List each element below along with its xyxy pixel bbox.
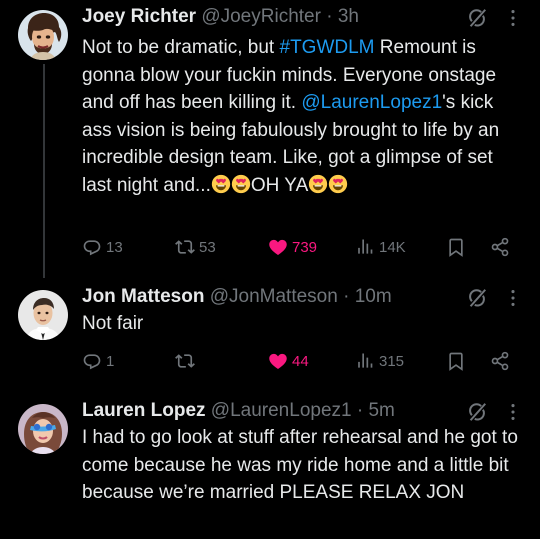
timestamp[interactable]: 10m bbox=[355, 286, 392, 307]
heart-eyes-emoji bbox=[231, 174, 251, 194]
repost-button[interactable] bbox=[175, 348, 195, 374]
separator-dot: · bbox=[343, 286, 350, 307]
repost-count: 53 bbox=[199, 238, 216, 256]
repost-icon bbox=[175, 237, 195, 257]
display-name[interactable]: Jon Matteson bbox=[82, 286, 204, 307]
reply-button[interactable]: 13 bbox=[82, 234, 123, 260]
views-icon bbox=[355, 237, 375, 257]
tweet-actions: 1 44 315 bbox=[82, 348, 524, 374]
grok-icon[interactable] bbox=[466, 287, 488, 309]
hashtag-link[interactable]: #TGWDLM bbox=[280, 37, 375, 58]
reply-button[interactable]: 1 bbox=[82, 348, 114, 374]
more-icon[interactable] bbox=[502, 287, 524, 309]
views-count: 14K bbox=[379, 238, 406, 256]
views-button[interactable]: 14K bbox=[355, 234, 406, 260]
handle[interactable]: @LaurenLopez1 bbox=[211, 400, 352, 421]
tweet-text: I had to go look at stuff after rehearsa… bbox=[82, 427, 518, 503]
share-button[interactable] bbox=[490, 234, 510, 260]
share-icon bbox=[490, 237, 510, 257]
timestamp[interactable]: 3h bbox=[338, 6, 359, 27]
handle[interactable]: @JonMatteson bbox=[210, 286, 338, 307]
bookmark-button[interactable] bbox=[446, 234, 466, 260]
timestamp[interactable]: 5m bbox=[368, 400, 394, 421]
reply-count: 1 bbox=[106, 352, 115, 370]
tweet-header: Lauren Lopez @LaurenLopez1 · 5m bbox=[82, 398, 524, 424]
tweet-thread: Joey Richter @JoeyRichter · 3h Not to be… bbox=[0, 0, 540, 539]
display-name[interactable]: Joey Richter bbox=[82, 6, 196, 27]
bookmark-button[interactable] bbox=[446, 348, 466, 374]
bookmark-icon bbox=[446, 351, 466, 371]
tweet-header: Jon Matteson @JonMatteson · 10m bbox=[82, 284, 524, 310]
more-icon[interactable] bbox=[502, 401, 524, 423]
bookmark-icon bbox=[446, 237, 466, 257]
like-count: 739 bbox=[292, 238, 318, 256]
mention-link[interactable]: @LaurenLopez1 bbox=[301, 92, 442, 113]
like-icon bbox=[268, 351, 288, 371]
display-name[interactable]: Lauren Lopez bbox=[82, 400, 206, 421]
repost-icon bbox=[175, 351, 195, 371]
views-button[interactable]: 315 bbox=[355, 348, 404, 374]
avatar-lauren-lopez[interactable] bbox=[18, 404, 68, 454]
reply-icon bbox=[82, 237, 102, 257]
thread-connector-line bbox=[43, 64, 45, 278]
separator-dot: · bbox=[356, 400, 364, 421]
avatar-joey-richter[interactable] bbox=[18, 10, 68, 60]
like-button[interactable]: 44 bbox=[268, 348, 309, 374]
tweet-text: Not fair bbox=[82, 313, 144, 334]
share-button[interactable] bbox=[490, 348, 510, 374]
views-count: 315 bbox=[379, 352, 405, 370]
reply-count: 13 bbox=[106, 238, 123, 256]
tweet-actions: 13 53 739 14K bbox=[82, 234, 524, 260]
heart-eyes-emoji bbox=[328, 174, 348, 194]
tweet-text: Not to be dramatic, but #TGWDLM Remount … bbox=[82, 37, 500, 196]
reply-icon bbox=[82, 351, 102, 371]
like-count: 44 bbox=[292, 352, 309, 370]
grok-icon[interactable] bbox=[466, 7, 488, 29]
views-icon bbox=[355, 351, 375, 371]
handle[interactable]: @JoeyRichter bbox=[201, 6, 321, 27]
heart-eyes-emoji bbox=[211, 174, 231, 194]
grok-icon[interactable] bbox=[466, 401, 488, 423]
more-icon[interactable] bbox=[502, 7, 524, 29]
share-icon bbox=[490, 351, 510, 371]
heart-eyes-emoji bbox=[308, 174, 328, 194]
repost-button[interactable]: 53 bbox=[175, 234, 216, 260]
like-button[interactable]: 739 bbox=[268, 234, 317, 260]
tweet-header: Joey Richter @JoeyRichter · 3h bbox=[82, 4, 524, 30]
like-icon bbox=[268, 237, 288, 257]
separator-dot: · bbox=[326, 6, 333, 27]
avatar-jon-matteson[interactable] bbox=[18, 290, 68, 340]
